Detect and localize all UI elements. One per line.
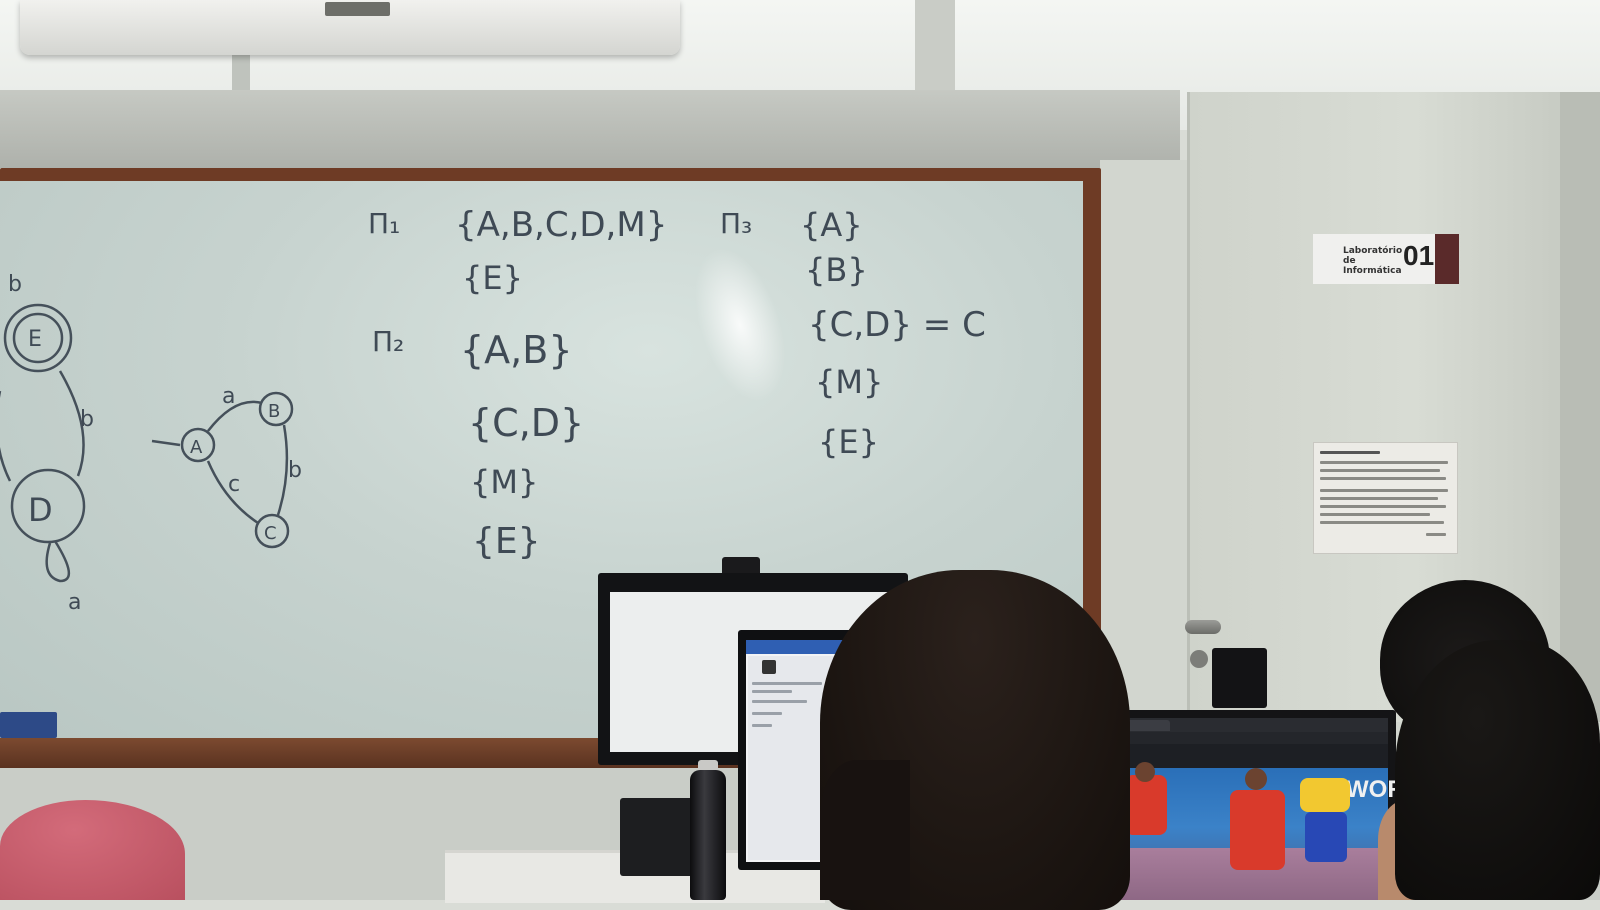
door-sign: Laboratório de Informática 01 [1313,234,1459,284]
video-player-head [1135,762,1155,782]
pi1-label: Π₁ [368,207,400,240]
door-handle[interactable] [1185,620,1221,634]
avatar [762,660,776,674]
pi2-set: {C,D} [468,401,584,445]
webcam [1212,648,1267,708]
pi3-label: Π₃ [720,207,752,240]
person [1395,640,1600,900]
water-bottle [690,770,726,900]
video-player-figure [1125,775,1167,835]
pi2-set: {E} [472,521,541,562]
edge-label: a [222,384,235,409]
pi1-set: {A,B,C,D,M} [455,205,667,245]
state-b-label: B [268,401,280,422]
video-player-figure [1230,790,1285,870]
pi3-set: {E} [818,423,879,461]
edge-label: c [228,472,240,497]
video-player-head [1245,768,1267,790]
door-frame [1560,92,1600,722]
door-sign-text: Laboratório de Informática [1343,246,1403,276]
door-notice [1313,442,1458,554]
air-conditioner-vent [325,2,390,16]
edge-label: b [8,272,22,297]
door-sign-number: 01 [1403,240,1435,271]
state-e-label: E [28,327,42,352]
door-lock [1190,650,1208,668]
pi3-set: {A} [800,206,863,244]
automaton-left: E D b b a [0,272,94,615]
state-a-label: A [190,437,203,458]
pi2-set: {M} [470,463,538,501]
edge-offscreen [0,391,12,482]
edge-loop-d [45,540,70,583]
video-player-figure [1300,778,1350,812]
state-c-label: C [264,523,277,544]
state-d-label: D [28,491,53,529]
pi3-set: {C,D} = C [808,305,986,345]
pi1-set: {E} [462,259,523,297]
edge-b-c [276,424,289,516]
edge-label: a [68,590,81,615]
edge-label: b [288,458,302,483]
pi3-set: {M} [815,363,883,401]
pi3-set: {B} [805,251,868,289]
start-arrow [151,439,181,447]
edge-label: b [80,407,94,432]
pi2-label: Π₂ [372,325,404,358]
window-sill [0,90,1180,168]
person [820,760,910,900]
pi2-set: {A,B} [460,328,573,372]
video-player-figure [1305,812,1347,862]
eraser [0,712,57,738]
automaton-middle: A B C a c b [151,384,302,549]
